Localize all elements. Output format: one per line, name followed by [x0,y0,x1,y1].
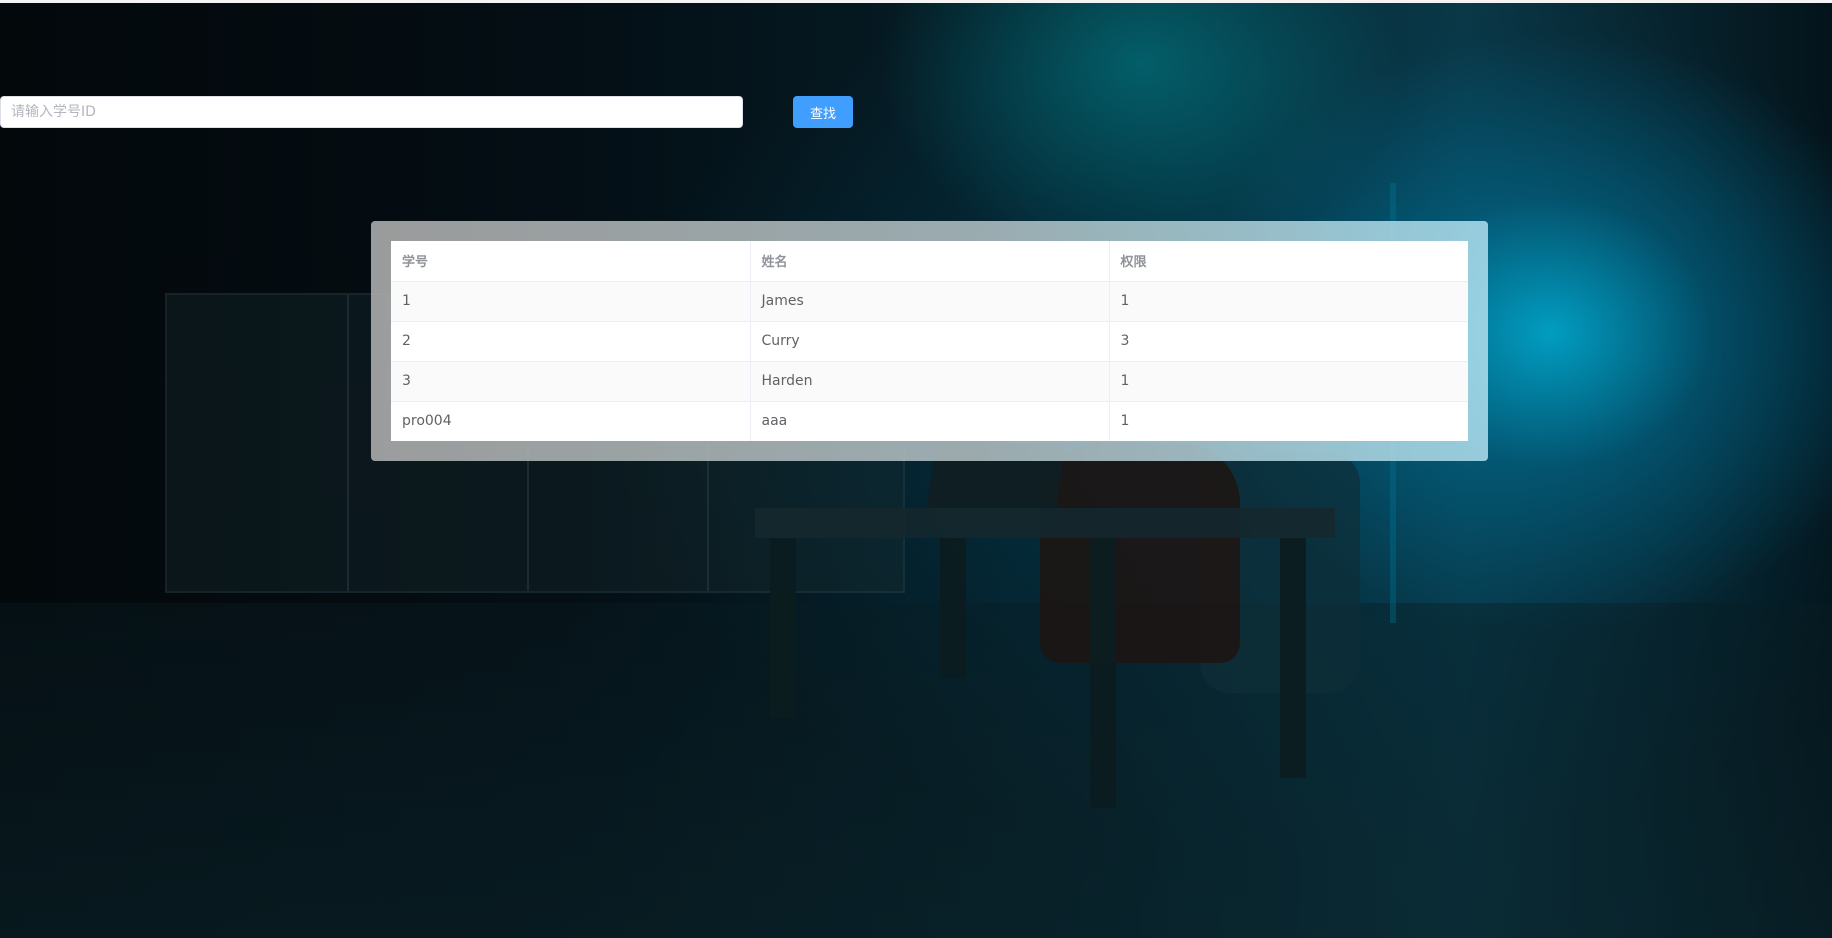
column-header-permission: 权限 [1109,241,1468,282]
table-panel: 学号 姓名 权限 1 James 1 2 Curry 3 3 Harden 1 [371,221,1488,461]
background-person [1040,443,1240,663]
table-row[interactable]: 3 Harden 1 [391,361,1468,402]
cell-student-id: 1 [391,281,751,322]
background-floor [0,603,1832,938]
background-image [0,3,1832,938]
cell-name: Harden [750,361,1110,402]
cell-student-id: pro004 [391,401,751,441]
student-table: 学号 姓名 权限 1 James 1 2 Curry 3 3 Harden 1 [391,241,1468,441]
column-header-student-id: 学号 [391,241,751,282]
background-desk [755,508,1335,538]
cell-permission: 1 [1109,401,1468,441]
window-pane [347,295,349,591]
desk-leg [1280,538,1306,778]
cell-permission: 3 [1109,321,1468,362]
cell-name: James [750,281,1110,322]
cell-student-id: 2 [391,321,751,362]
column-header-name: 姓名 [750,241,1110,282]
table-header-row: 学号 姓名 权限 [391,241,1468,282]
cell-name: Curry [750,321,1110,362]
cell-student-id: 3 [391,361,751,402]
cell-name: aaa [750,401,1110,441]
desk-leg [770,538,796,718]
cell-permission: 1 [1109,281,1468,322]
table-row[interactable]: pro004 aaa 1 [391,401,1468,441]
student-id-search-input[interactable] [0,96,743,128]
desk-leg [940,538,966,678]
table-row[interactable]: 2 Curry 3 [391,321,1468,362]
desk-leg [1090,538,1116,808]
cell-permission: 1 [1109,361,1468,402]
search-button[interactable]: 查找 [793,96,853,128]
table-row[interactable]: 1 James 1 [391,281,1468,322]
